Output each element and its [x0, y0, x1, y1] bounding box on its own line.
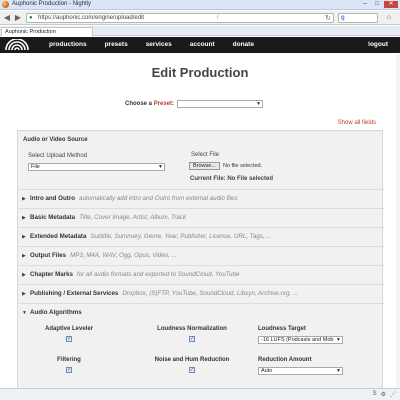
section-publishing[interactable]: ▶ Publishing / External Services Dropbox,…	[18, 284, 384, 303]
firefox-icon	[2, 1, 9, 8]
auphonic-logo-icon[interactable]	[4, 39, 30, 51]
filtering-checkbox[interactable]: ✓	[66, 367, 72, 373]
production-form-panel: Audio or Video Source Select Upload Meth…	[17, 130, 384, 392]
url-text: https://auphonic.com/engine/upload/edit	[38, 15, 145, 21]
settings-icon[interactable]: ⚙	[381, 391, 386, 398]
expand-arrow-icon: ▶	[22, 234, 26, 240]
status-bar: S ⚙ ⋰	[0, 388, 400, 400]
expand-arrow-icon: ▶	[22, 291, 26, 297]
loudness-normalization-label: Loudness Normalization	[157, 326, 227, 332]
page-scrollbar[interactable]	[396, 54, 400, 388]
logout-link[interactable]: logout	[368, 37, 388, 53]
filtering-label: Filtering	[57, 357, 81, 363]
url-bar[interactable]: ● https://auphonic.com/engine/upload/edi…	[26, 13, 334, 23]
current-file-text: Current File: No File selected	[190, 176, 274, 182]
collapse-arrow-icon: ▼	[22, 310, 27, 316]
window-titlebar: Auphonic Production - Nightly – □ ✕	[0, 0, 400, 10]
chevron-down-icon: ▼	[336, 337, 341, 343]
forward-icon[interactable]: ▶	[13, 13, 23, 23]
loudness-normalization-checkbox[interactable]: ✓	[189, 336, 195, 342]
section-intro-outro[interactable]: ▶ Intro and Outro automatically add intro…	[18, 189, 384, 208]
window-title: Auphonic Production - Nightly	[12, 1, 92, 7]
nav-donate[interactable]: donate	[224, 37, 263, 53]
chevron-down-icon: ▼	[158, 164, 163, 170]
preset-row: Choose a Preset: ▼	[125, 99, 264, 108]
reload-icon[interactable]: ↻	[325, 14, 331, 22]
addon-icon[interactable]: S	[373, 391, 377, 398]
expand-arrow-icon: ▶	[22, 215, 26, 221]
expand-arrow-icon: ▶	[22, 253, 26, 259]
noise-hum-reduction-checkbox[interactable]: ✓	[189, 367, 195, 373]
noise-hum-reduction-label: Noise and Hum Reduction	[154, 357, 230, 363]
close-button[interactable]: ✕	[384, 1, 398, 8]
resize-grip-icon: ⋰	[390, 392, 396, 398]
upload-method-select[interactable]: File ▼	[28, 163, 165, 171]
source-section-title: Audio or Video Source	[23, 137, 88, 143]
search-engine-icon: g	[341, 15, 345, 21]
expand-arrow-icon: ▶	[22, 272, 26, 278]
reduction-amount-label: Reduction Amount	[258, 357, 312, 363]
section-chapter-marks[interactable]: ▶ Chapter Marks for all audio formats and…	[18, 265, 384, 284]
expand-arrow-icon: ▶	[22, 196, 26, 202]
home-icon[interactable]: ⌂	[382, 13, 396, 23]
nav-productions[interactable]: productions	[40, 37, 96, 53]
reduction-amount-select[interactable]: Auto ▼	[258, 367, 343, 375]
tab-auphonic-production[interactable]: Auphonic Production	[1, 27, 93, 36]
maximize-button[interactable]: □	[372, 1, 382, 8]
upload-method-label: Select Upload Method	[28, 153, 88, 159]
search-box[interactable]: g	[338, 13, 378, 23]
page-title: Edit Production	[151, 65, 249, 80]
site-nav: productions presets services account don…	[0, 37, 400, 53]
loudness-target-label: Loudness Target	[258, 326, 306, 332]
loudness-target-select[interactable]: -16 LUFS (Podcasts and Mob ▼	[258, 336, 343, 344]
nav-account[interactable]: account	[181, 37, 224, 53]
select-file-label: Select File	[191, 152, 220, 158]
section-audio-algorithms[interactable]: ▼ Audio Algorithms	[18, 303, 384, 322]
lock-icon: ●	[29, 15, 33, 21]
show-all-fields-link[interactable]: Show all fields	[338, 120, 376, 126]
adaptive-leveler-label: Adaptive Leveler	[44, 326, 94, 332]
chevron-down-icon: ▼	[336, 368, 341, 374]
tab-strip: Auphonic Production	[0, 26, 400, 36]
nav-services[interactable]: services	[137, 37, 181, 53]
browse-button[interactable]: Browse...	[189, 162, 220, 170]
section-extended-metadata[interactable]: ▶ Extended Metadata Subtitle, Summary, Ge…	[18, 227, 384, 246]
adaptive-leveler-checkbox[interactable]: ✓	[66, 336, 72, 342]
section-output-files[interactable]: ▶ Output Files MP3, M4A, WAV, Ogg, Opus, …	[18, 246, 384, 265]
chevron-down-icon: ▼	[256, 100, 262, 107]
back-icon[interactable]: ◀	[2, 13, 12, 23]
minimize-button[interactable]: –	[360, 1, 370, 8]
nav-presets[interactable]: presets	[96, 37, 137, 53]
no-file-text: No file selected.	[223, 163, 263, 169]
browser-navbar: ◀ ▶ ● https://auphonic.com/engine/upload…	[0, 11, 400, 25]
preset-select[interactable]: ▼	[177, 99, 264, 108]
preset-label: Choose a Preset:	[125, 100, 175, 107]
section-basic-metadata[interactable]: ▶ Basic Metadata Title, Cover Image, Arti…	[18, 208, 384, 227]
url-marker: /	[217, 15, 219, 21]
